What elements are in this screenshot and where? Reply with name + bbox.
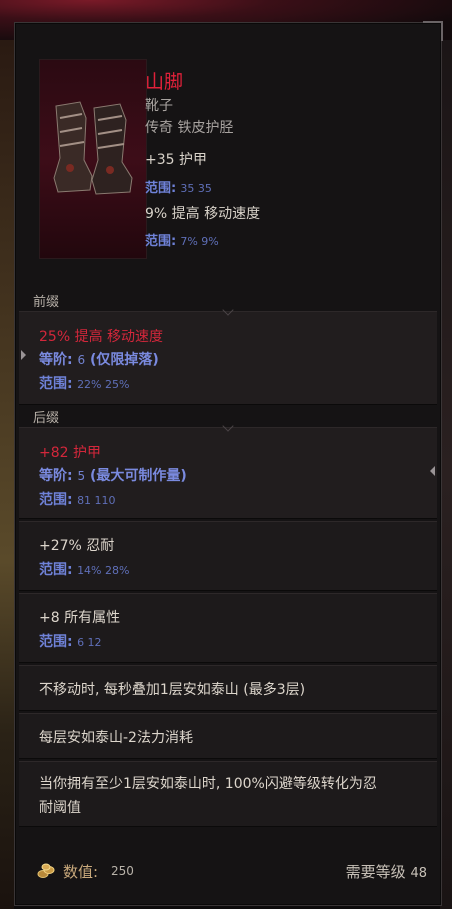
tier-note: (最大可制作量) (90, 468, 187, 484)
tier-value: 5 (77, 469, 86, 483)
affix-range: 范围: 22% 25% (39, 373, 129, 393)
base-stat-armor-range: 范围: 35 35 (145, 177, 212, 196)
implicit-affix-attributes[interactable]: +8 所有属性 范围: 6 12 (19, 593, 437, 663)
affix-tier: 等阶: 5 (最大可制作量) (39, 465, 187, 485)
tier-label: 等阶: (39, 468, 73, 484)
gold-coin-icon (37, 863, 55, 878)
required-level-value: 48 (410, 866, 427, 881)
range-label: 范围: (39, 562, 73, 578)
item-header: 山脚 靴子 传奇 铁皮护胫 +35 护甲 范围: 35 35 9% 提高 移动速… (15, 23, 441, 291)
prefix-affix[interactable]: 25% 提高 移动速度 等阶: 6 (仅限掉落) 范围: 22% 25% (19, 304, 437, 405)
implicit-affix-endurance[interactable]: +27% 忍耐 范围: 14% 28% (19, 521, 437, 591)
background-left (0, 40, 14, 909)
range-label: 范围: (39, 376, 73, 392)
selection-marker-left (21, 350, 26, 360)
item-portrait (39, 59, 147, 259)
range-value: 7% 9% (180, 235, 219, 248)
range-value: 35 35 (180, 182, 212, 195)
tier-note: (仅限掉落) (90, 352, 159, 368)
affix-text: +27% 忍耐 (39, 538, 115, 554)
unique-affix-mana[interactable]: 每层安如泰山-2法力消耗 (19, 713, 437, 759)
divider-notch (222, 420, 234, 432)
tier-value: 6 (77, 353, 86, 367)
affix-tier: 等阶: 6 (仅限掉落) (39, 349, 159, 369)
unique-affix-stacks[interactable]: 不移动时, 每秒叠加1层安如泰山 (最多3层) (19, 665, 437, 711)
affix-text: 每层安如泰山-2法力消耗 (39, 730, 193, 746)
base-stat-movespeed-range: 范围: 7% 9% (145, 230, 219, 249)
range-value: 14% 28% (77, 564, 130, 577)
suffix-section-label: 后缀 (33, 411, 60, 426)
required-level: 需要等级 48 (346, 861, 427, 882)
item-tooltip: 山脚 靴子 传奇 铁皮护胫 +35 护甲 范围: 35 35 9% 提高 移动速… (14, 21, 443, 906)
value-label: 数值: (63, 863, 99, 881)
range-value: 6 12 (77, 636, 102, 649)
affix-text-line-2: 耐阈值 (39, 800, 81, 816)
affix-text: +82 护甲 (39, 445, 101, 461)
affix-text-line-1: 当你拥有至少1层安如泰山时, 100%闪避等级转化为忍 (39, 776, 377, 792)
selection-marker-right (430, 466, 435, 476)
item-rarity: 传奇 铁皮护胫 (145, 120, 234, 136)
range-label: 范围: (39, 492, 73, 508)
value-amount: 250 (111, 864, 134, 878)
range-label: 范围: (39, 634, 73, 650)
range-label: 范围: (145, 181, 177, 196)
base-stat-armor: +35 护甲 (145, 152, 207, 168)
boots-icon (53, 101, 133, 195)
item-type: 靴子 (145, 98, 173, 114)
affix-text: +8 所有属性 (39, 610, 121, 626)
range-label: 范围: (145, 234, 177, 249)
item-footer: 数值: 250 需要等级 48 (19, 849, 437, 899)
tier-label: 等阶: (39, 352, 73, 368)
range-value: 22% 25% (77, 378, 130, 391)
divider-notch (222, 304, 234, 316)
affix-range: 范围: 14% 28% (39, 559, 129, 579)
affix-text: 不移动时, 每秒叠加1层安如泰山 (最多3层) (39, 682, 306, 698)
base-stat-movespeed: 9% 提高 移动速度 (145, 206, 261, 222)
prefix-section-label: 前缀 (33, 295, 60, 310)
affix-range: 范围: 6 12 (39, 631, 102, 651)
suffix-affix[interactable]: +82 护甲 等阶: 5 (最大可制作量) 范围: 81 110 (19, 420, 437, 519)
item-name: 山脚 (145, 71, 184, 93)
required-level-label: 需要等级 (345, 863, 406, 881)
range-value: 81 110 (77, 494, 116, 507)
affix-text: 25% 提高 移动速度 (39, 329, 164, 345)
affix-range: 范围: 81 110 (39, 489, 116, 509)
unique-affix-dodge-conversion[interactable]: 当你拥有至少1层安如泰山时, 100%闪避等级转化为忍 耐阈值 (19, 761, 437, 827)
